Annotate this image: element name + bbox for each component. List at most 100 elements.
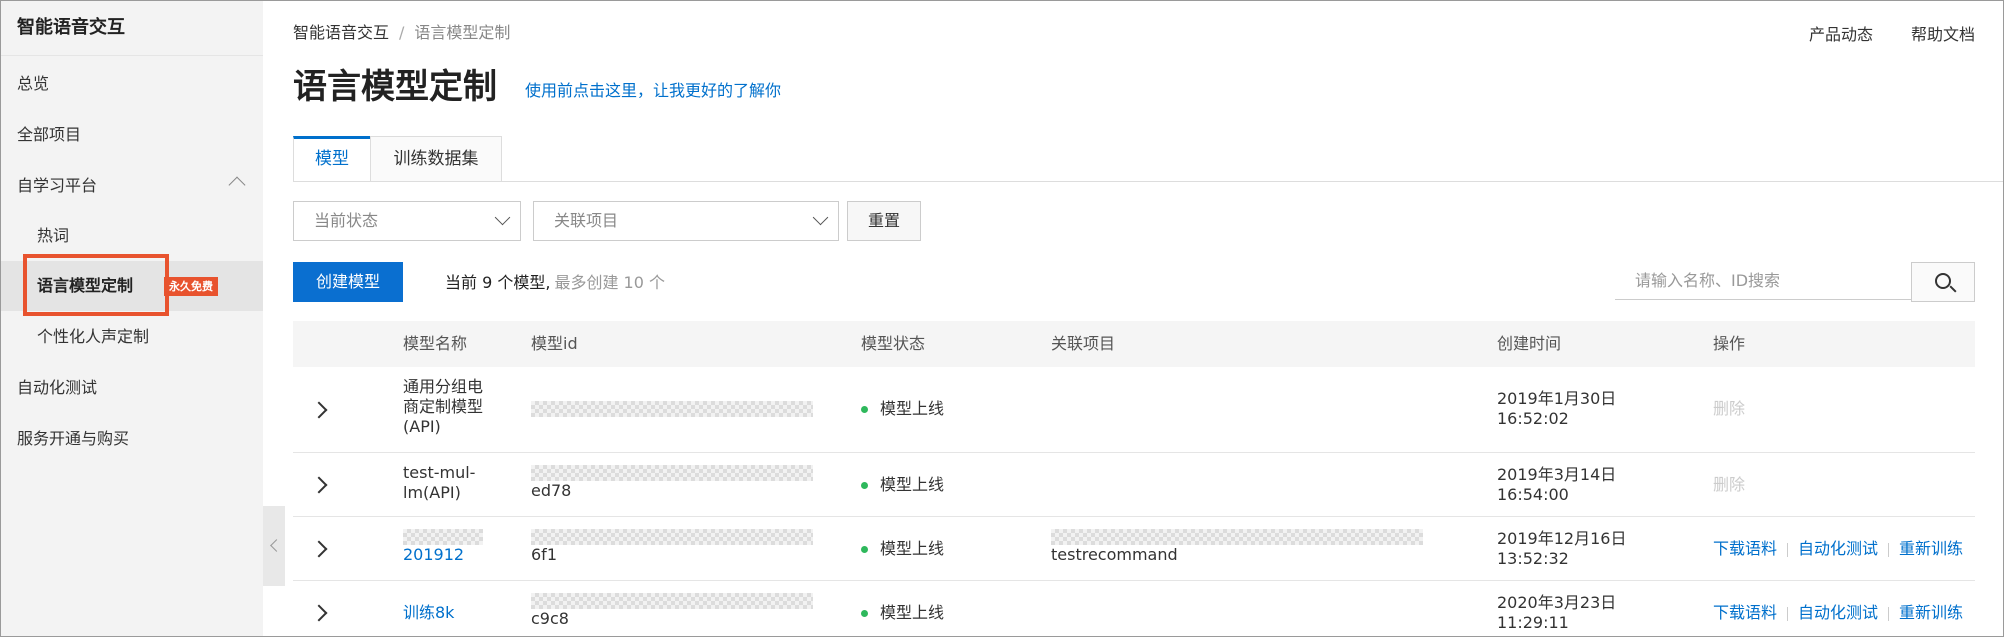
create-model-button[interactable]: 创建模型 — [293, 262, 403, 302]
retrain-button[interactable]: 重新训练 — [1899, 539, 1963, 558]
model-name: 通用分组电商定制模型(API) — [403, 377, 484, 436]
chevron-right-icon[interactable] — [310, 401, 328, 419]
sidebar-item-language-model[interactable]: 语言模型定制 — [1, 261, 263, 311]
project-select[interactable]: 关联项目 — [533, 201, 839, 241]
page-title: 语言模型定制 — [293, 67, 497, 107]
help-docs-link[interactable]: 帮助文档 — [1911, 25, 1975, 44]
project-name-text: testrecommand — [1051, 545, 1178, 564]
download-corpus-button[interactable]: 下载语料 — [1713, 539, 1777, 558]
tab-divider — [293, 181, 2003, 182]
status-dot-icon — [861, 482, 868, 489]
sidebar-item-service-purchase[interactable]: 服务开通与购买 — [1, 414, 263, 464]
breadcrumb-root[interactable]: 智能语音交互 — [293, 23, 389, 42]
sidebar-item-label: 总览 — [17, 74, 50, 93]
created-time: 2019年1月30日 16:52:02 — [1497, 389, 1617, 428]
free-badge: 永久免费 — [164, 277, 218, 296]
sidebar-item-label: 全部项目 — [17, 125, 82, 144]
redacted-name — [403, 529, 483, 545]
model-count: 当前 9 个模型, 最多创建 10 个 — [445, 269, 665, 293]
status-text: 模型上线 — [880, 399, 945, 418]
redacted-id — [531, 529, 813, 545]
col-model-id: 模型id — [531, 334, 578, 353]
search-input[interactable] — [1615, 262, 1913, 300]
delete-button[interactable]: 删除 — [1713, 475, 1745, 495]
breadcrumb: 智能语音交互 / 语言模型定制 — [293, 19, 510, 43]
model-id-suffix: c9c8 — [531, 609, 569, 628]
redacted-id — [531, 465, 813, 481]
model-id — [531, 401, 813, 417]
created-time: 2019年3月14日 16:54:00 — [1497, 465, 1617, 504]
chevron-right-icon[interactable] — [310, 540, 328, 558]
model-id-suffix: 6f1 — [531, 545, 557, 564]
row-actions: 下载语料 自动化测试 重新训练 — [1713, 539, 1963, 559]
model-name-link[interactable]: 201912 — [403, 545, 464, 564]
col-created: 创建时间 — [1497, 334, 1562, 353]
status-text: 模型上线 — [880, 539, 945, 558]
model-count-max: 最多创建 10 个 — [554, 273, 665, 292]
status-dot-icon — [861, 546, 868, 553]
model-name-link[interactable]: 训练8k — [403, 603, 454, 623]
col-model-name: 模型名称 — [403, 334, 468, 353]
model-status: 模型上线 — [861, 475, 944, 495]
model-count-current: 当前 9 个模型, — [445, 273, 551, 292]
status-dot-icon — [861, 610, 868, 617]
table-row: 通用分组电商定制模型(API) 模型上线 2019年1月30日 16:52:02… — [293, 367, 1975, 453]
row-actions: 下载语料 自动化测试 重新训练 — [1713, 603, 1963, 623]
sidebar-item-label: 自动化测试 — [17, 378, 98, 397]
sidebar-divider — [1, 55, 263, 56]
chevron-right-icon[interactable] — [310, 604, 328, 622]
table-row: test-mul-lm(API) ed78 模型上线 2019年3月14日 16… — [293, 453, 1975, 517]
main-content: 智能语音交互 / 语言模型定制 产品动态 帮助文档 语言模型定制 使用前点击这里，让我… — [263, 1, 2003, 636]
sidebar-item-label: 自学习平台 — [17, 176, 98, 195]
auto-test-button[interactable]: 自动化测试 — [1798, 603, 1878, 622]
col-model-status: 模型状态 — [861, 334, 926, 353]
created-time: 2020年3月23日 11:29:11 — [1497, 593, 1617, 632]
created-time: 2019年12月16日 13:52:32 — [1497, 529, 1627, 568]
redacted-id — [531, 401, 813, 417]
search-button[interactable] — [1911, 262, 1975, 302]
top-links: 产品动态 帮助文档 — [1771, 21, 1975, 45]
chevron-down-icon — [812, 209, 829, 226]
breadcrumb-current: 语言模型定制 — [414, 23, 511, 42]
tab-models[interactable]: 模型 — [293, 136, 371, 182]
chevron-up-icon[interactable] — [228, 176, 246, 194]
model-status: 模型上线 — [861, 603, 944, 623]
status-select[interactable]: 当前状态 — [293, 201, 521, 241]
model-id-suffix: ed78 — [531, 481, 572, 500]
model-id: ed78 — [531, 465, 813, 501]
app-frame: 智能语音交互 总览 全部项目 自学习平台 热词 语言模型定制 个性化人声定制 自… — [0, 0, 2004, 637]
sidebar-item-label: 个性化人声定制 — [37, 327, 150, 346]
sidebar-item-hotwords[interactable]: 热词 — [1, 211, 263, 261]
delete-button[interactable]: 删除 — [1713, 399, 1745, 419]
project-select-placeholder: 关联项目 — [554, 211, 619, 230]
retrain-button[interactable]: 重新训练 — [1899, 603, 1963, 622]
tab-training-datasets[interactable]: 训练数据集 — [370, 136, 502, 182]
sidebar-item-self-learning[interactable]: 自学习平台 — [1, 161, 263, 211]
sidebar-title: 智能语音交互 — [17, 17, 125, 38]
sidebar-item-custom-voice[interactable]: 个性化人声定制 — [1, 312, 263, 362]
breadcrumb-separator: / — [399, 23, 405, 42]
model-status: 模型上线 — [861, 539, 944, 559]
model-id: 6f1 — [531, 529, 813, 565]
chevron-right-icon[interactable] — [310, 476, 328, 494]
status-dot-icon — [861, 406, 868, 413]
sidebar-item-all-projects[interactable]: 全部项目 — [1, 110, 263, 160]
sidebar-item-label: 语言模型定制 — [37, 276, 134, 295]
status-text: 模型上线 — [880, 603, 945, 622]
col-project: 关联项目 — [1051, 334, 1116, 353]
sidebar-item-overview[interactable]: 总览 — [1, 59, 263, 109]
download-corpus-button[interactable]: 下载语料 — [1713, 603, 1777, 622]
sidebar-item-auto-test[interactable]: 自动化测试 — [1, 363, 263, 413]
status-text: 模型上线 — [880, 475, 945, 494]
auto-test-button[interactable]: 自动化测试 — [1798, 539, 1878, 558]
reset-button[interactable]: 重置 — [847, 201, 921, 241]
product-news-link[interactable]: 产品动态 — [1809, 25, 1873, 44]
intro-link[interactable]: 使用前点击这里，让我更好的了解你 — [525, 77, 781, 101]
redacted-project — [1051, 529, 1423, 545]
col-actions: 操作 — [1713, 334, 1746, 353]
table-header: 模型名称 模型id 模型状态 关联项目 创建时间 操作 — [293, 321, 1975, 367]
model-id: c9c8 — [531, 593, 813, 629]
model-status: 模型上线 — [861, 399, 944, 419]
table-row: 201912 6f1 模型上线 testrecommand 2019年12月16… — [293, 517, 1975, 581]
model-name: 201912 — [403, 529, 493, 565]
